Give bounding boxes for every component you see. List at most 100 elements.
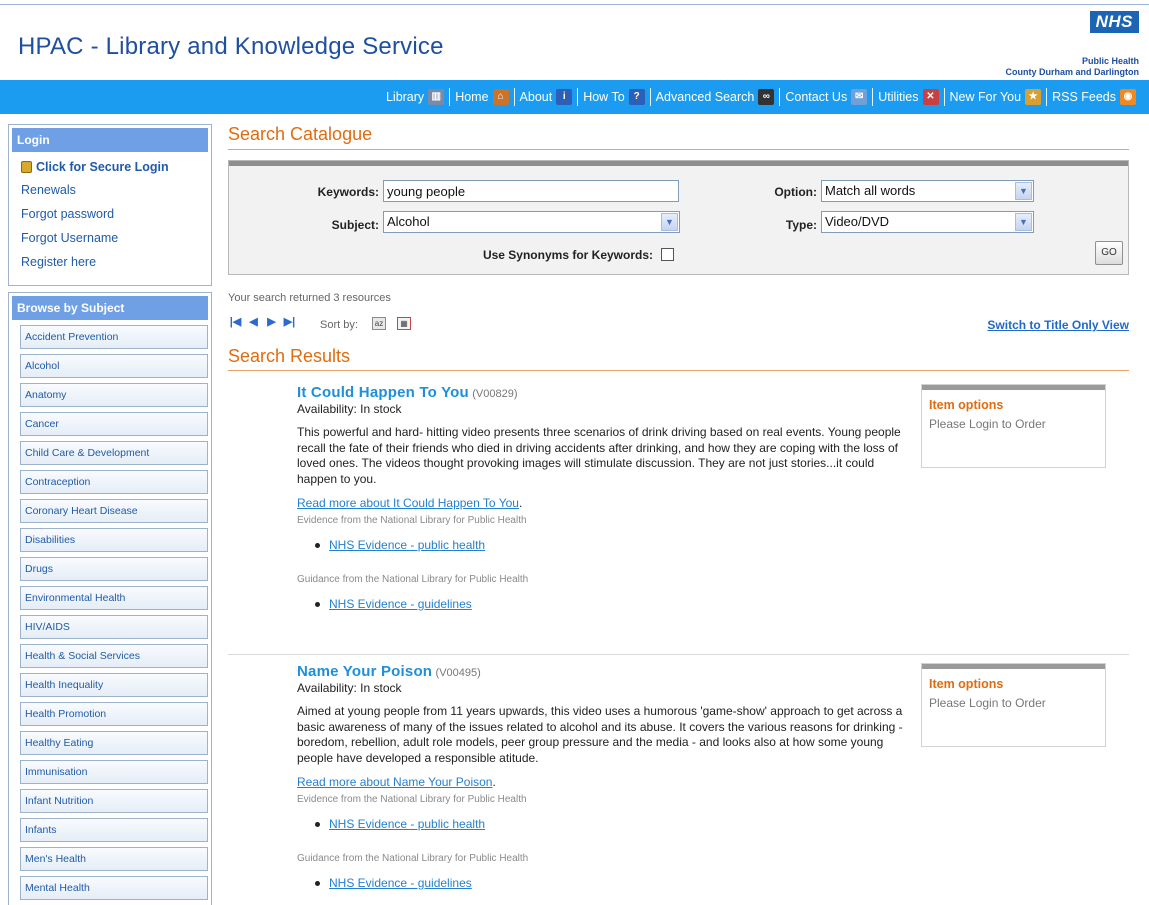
nav-utilities[interactable]: Utilities ✕ xyxy=(872,88,943,106)
org-name-line1: Public Health xyxy=(1081,56,1139,66)
bullet-icon xyxy=(315,880,320,886)
bullet-icon xyxy=(315,821,320,827)
nav-how-to[interactable]: How To? xyxy=(577,88,649,106)
help-icon: ? xyxy=(628,89,645,105)
top-rule xyxy=(0,4,1149,5)
result-code: (V00495) xyxy=(435,667,481,679)
nav-label: Contact Us xyxy=(785,90,848,104)
type-select[interactable]: Video/DVD ▼ xyxy=(821,211,1034,233)
subject-item[interactable]: Child Care & Development xyxy=(20,441,208,465)
section-divider xyxy=(228,149,1129,150)
item-options-title: Item options xyxy=(929,677,1004,691)
guidance-link[interactable]: NHS Evidence - guidelines xyxy=(329,876,472,890)
chevron-down-icon: ▼ xyxy=(1015,213,1032,231)
register-link[interactable]: Register here xyxy=(9,251,211,275)
subject-item[interactable]: Alcohol xyxy=(20,354,208,378)
previous-page-icon[interactable]: ◀ xyxy=(246,316,261,329)
subject-item[interactable]: Healthy Eating xyxy=(20,731,208,755)
nav-label: How To xyxy=(583,90,625,104)
subject-item[interactable]: Anatomy xyxy=(20,383,208,407)
synonyms-checkbox[interactable] xyxy=(661,248,674,261)
guidance-link[interactable]: NHS Evidence - guidelines xyxy=(329,597,472,611)
results-divider xyxy=(228,370,1129,371)
nav-advanced-search[interactable]: Advanced Search ∞ xyxy=(649,88,780,106)
subject-item[interactable]: Drugs xyxy=(20,557,208,581)
subject-item[interactable]: Environmental Health xyxy=(20,586,208,610)
nav-rss-feeds[interactable]: RSS Feeds ◉ xyxy=(1046,88,1141,106)
subject-item[interactable]: Disabilities xyxy=(20,528,208,552)
result-code: (V00829) xyxy=(472,388,518,400)
next-page-icon[interactable]: ▶ xyxy=(264,316,279,329)
guidance-label: Guidance from the National Library for P… xyxy=(297,574,529,585)
read-more-link[interactable]: Read more about Name Your Poison xyxy=(297,775,492,789)
nav-new-for-you[interactable]: New For You ★ xyxy=(943,88,1047,106)
secure-login-link[interactable]: Click for Secure Login xyxy=(9,155,211,179)
evidence-link[interactable]: NHS Evidence - public health xyxy=(329,538,485,552)
subject-item[interactable]: Men's Health xyxy=(20,847,208,871)
subject-item[interactable]: Health Inequality xyxy=(20,673,208,697)
subject-item[interactable]: Contraception xyxy=(20,470,208,494)
secure-login-label: Click for Secure Login xyxy=(36,160,169,174)
forgot-username-link[interactable]: Forgot Username xyxy=(9,227,211,251)
tools-icon: ✕ xyxy=(922,89,939,105)
keywords-input[interactable] xyxy=(383,180,679,202)
result-divider xyxy=(228,654,1129,655)
renewals-link[interactable]: Renewals xyxy=(9,179,211,203)
pager: |◀ ◀ ▶ ▶| xyxy=(228,316,297,329)
item-options-title: Item options xyxy=(929,398,1004,412)
subject-item[interactable]: Infants xyxy=(20,818,208,842)
subject-item[interactable]: Accident Prevention xyxy=(20,325,208,349)
result-title[interactable]: It Could Happen To You (V00829) xyxy=(297,384,917,401)
go-button[interactable]: GO xyxy=(1095,241,1123,265)
sort-alpha-icon[interactable]: az xyxy=(372,317,386,330)
nav-library[interactable]: Library ▥ xyxy=(381,88,449,106)
result-title[interactable]: Name Your Poison (V00495) xyxy=(297,663,917,680)
last-page-icon[interactable]: ▶| xyxy=(282,316,297,329)
sort-label: Sort by: xyxy=(320,319,358,331)
type-label: Type: xyxy=(785,218,817,232)
site-title: HPAC - Library and Knowledge Service xyxy=(18,33,444,60)
read-more-link[interactable]: Read more about It Could Happen To You xyxy=(297,496,519,510)
result-item: Name Your Poison (V00495) Availability: … xyxy=(297,663,917,890)
option-select-value: Match all words xyxy=(825,183,916,198)
subject-item[interactable]: Mental Health xyxy=(20,876,208,900)
library-icon: ▥ xyxy=(428,89,445,105)
nav-home[interactable]: Home ⌂ xyxy=(449,88,513,106)
nav-label: Utilities xyxy=(878,90,919,104)
sort-date-icon[interactable]: ▦ xyxy=(397,317,411,330)
switch-view-link[interactable]: Switch to Title Only View xyxy=(987,318,1129,332)
type-select-value: Video/DVD xyxy=(825,214,890,229)
nhs-logo: NHS xyxy=(1089,11,1139,33)
subject-select[interactable]: Alcohol ▼ xyxy=(383,211,680,233)
search-catalogue-title: Search Catalogue xyxy=(228,124,373,144)
subject-item[interactable]: Coronary Heart Disease xyxy=(20,499,208,523)
nav-contact-us[interactable]: Contact Us ✉ xyxy=(779,88,872,106)
subject-item[interactable]: Health Promotion xyxy=(20,702,208,726)
nav-label: Home xyxy=(455,90,489,104)
keywords-label: Keywords: xyxy=(317,185,379,199)
evidence-list-item: NHS Evidence - public health xyxy=(315,817,917,831)
guidance-list-item: NHS Evidence - guidelines xyxy=(315,597,917,611)
login-header: Login xyxy=(12,128,208,152)
evidence-label: Evidence from the National Library for P… xyxy=(297,794,527,805)
main-nav: Library ▥ Home ⌂ About i How To? Advanced Searc… xyxy=(0,80,1149,114)
org-name-line2: County Durham and Darlington xyxy=(1005,67,1140,77)
option-select[interactable]: Match all words ▼ xyxy=(821,180,1034,202)
first-page-icon[interactable]: |◀ xyxy=(228,316,243,329)
nav-about[interactable]: About i xyxy=(513,88,578,106)
item-options-panel: Item options Please Login to Order xyxy=(921,384,1106,468)
search-results-title: Search Results xyxy=(228,346,351,366)
guidance-label: Guidance from the National Library for P… xyxy=(297,853,529,864)
subject-item[interactable]: Immunisation xyxy=(20,760,208,784)
bullet-icon xyxy=(315,601,320,607)
subject-item[interactable]: Health & Social Services xyxy=(20,644,208,668)
evidence-link[interactable]: NHS Evidence - public health xyxy=(329,817,485,831)
subject-item[interactable]: HIV/AIDS xyxy=(20,615,208,639)
subject-item[interactable]: Cancer xyxy=(20,412,208,436)
login-to-order-text: Please Login to Order xyxy=(929,417,1046,431)
result-title-text[interactable]: It Could Happen To You xyxy=(297,384,469,401)
subject-list: Accident Prevention Alcohol Anatomy Cancer C… xyxy=(9,325,211,900)
forgot-password-link[interactable]: Forgot password xyxy=(9,203,211,227)
result-title-text[interactable]: Name Your Poison xyxy=(297,663,432,680)
subject-item[interactable]: Infant Nutrition xyxy=(20,789,208,813)
